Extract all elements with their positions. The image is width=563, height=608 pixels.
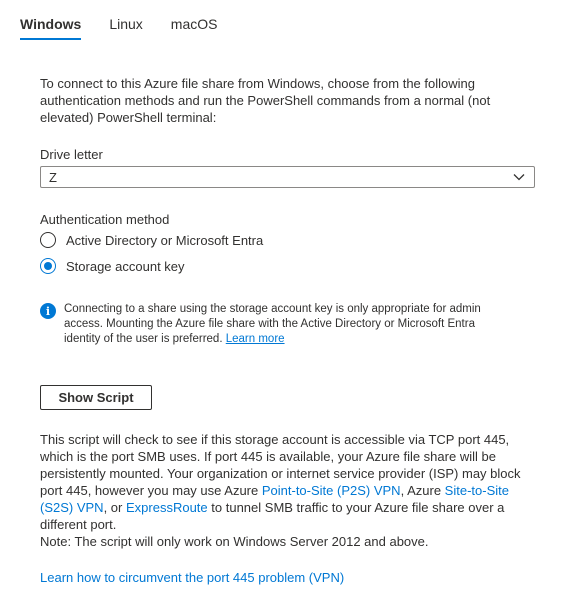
- tab-windows[interactable]: Windows: [20, 10, 82, 40]
- learn-more-link[interactable]: Learn more: [226, 333, 285, 345]
- tab-macos[interactable]: macOS: [171, 10, 218, 40]
- radio-circle[interactable]: [40, 232, 56, 248]
- auth-method-label: Authentication method: [40, 212, 170, 227]
- radio-storage-account-key[interactable]: Storage account key: [40, 258, 185, 274]
- intro-text: To connect to this Azure file share from…: [40, 76, 491, 125]
- learn-port-445-link[interactable]: Learn how to circumvent the port 445 pro…: [40, 570, 344, 585]
- tab-linux[interactable]: Linux: [109, 10, 142, 40]
- radio-active-directory[interactable]: Active Directory or Microsoft Entra: [40, 232, 263, 248]
- show-script-button[interactable]: Show Script: [40, 385, 152, 410]
- os-tabs: Windows Linux macOS: [20, 10, 245, 40]
- drive-letter-label: Drive letter: [40, 147, 103, 162]
- radio-label: Active Directory or Microsoft Entra: [66, 232, 264, 248]
- chevron-down-icon: [513, 174, 525, 181]
- radio-circle-checked[interactable]: [40, 258, 56, 274]
- drive-letter-value: Z: [49, 169, 57, 185]
- desc-part2: , Azure: [400, 483, 442, 498]
- script-description: This script will check to see if this st…: [40, 431, 540, 533]
- desc-part3: , or: [103, 500, 123, 515]
- info-text: Connecting to a share using the storage …: [64, 302, 510, 347]
- info-message: i Connecting to a share using the storag…: [40, 302, 510, 347]
- drive-letter-dropdown[interactable]: Z: [40, 166, 535, 188]
- info-icon: i: [40, 303, 56, 319]
- p2s-vpn-link[interactable]: Point-to-Site (P2S) VPN: [262, 483, 401, 498]
- note-text: Note: The script will only work on Windo…: [40, 534, 429, 549]
- radio-label: Storage account key: [66, 258, 185, 274]
- expressroute-link[interactable]: ExpressRoute: [126, 500, 208, 515]
